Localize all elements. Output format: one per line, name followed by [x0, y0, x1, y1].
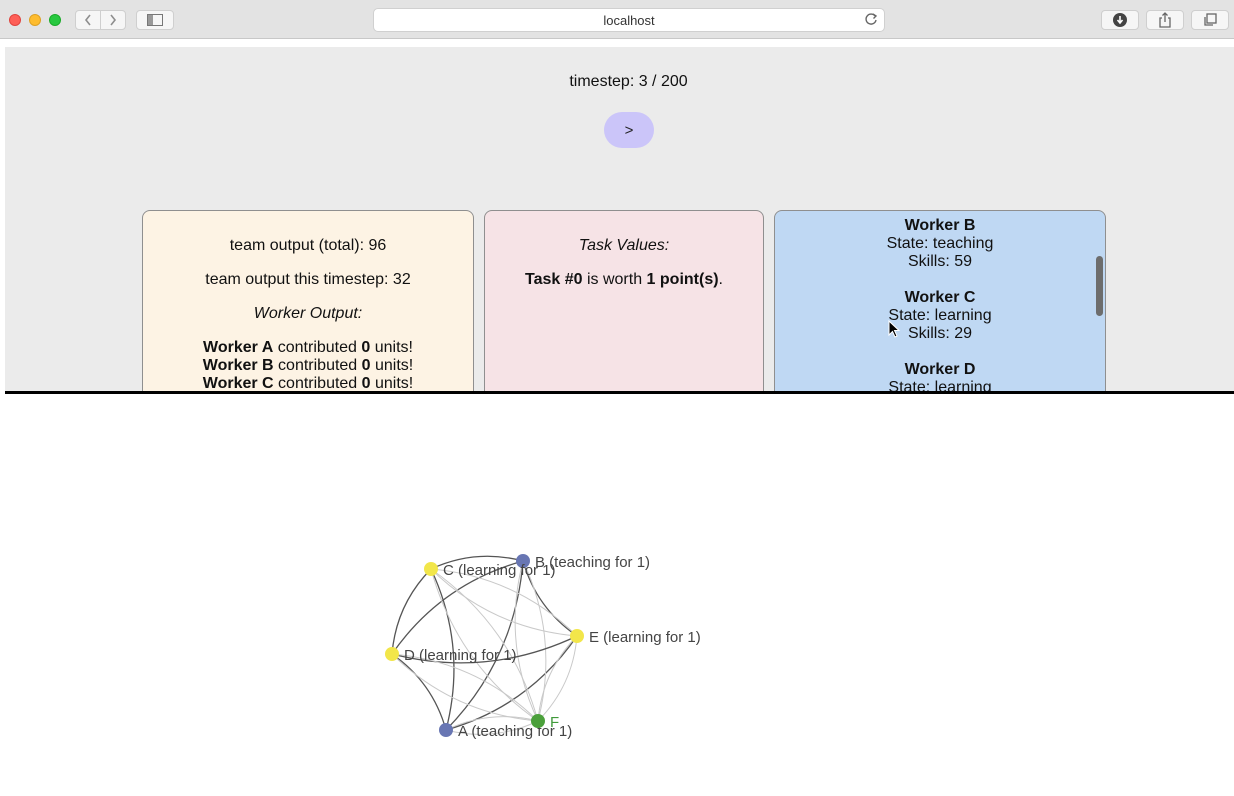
worker-name: Worker C — [202, 375, 274, 392]
graph-edge — [430, 568, 539, 722]
graph-node-label: E (learning for 1) — [589, 629, 701, 646]
worker-output-text: contributed — [273, 357, 362, 374]
task-value-item: Task #0 is worth 1 point(s). — [485, 271, 763, 289]
graph-node-label: F — [550, 714, 559, 731]
sidebar-icon — [147, 14, 163, 26]
url-text: localhost — [603, 13, 655, 28]
worker-name: Worker B — [202, 357, 274, 374]
worker-output-tail: units! — [370, 357, 414, 374]
share-button[interactable] — [1146, 10, 1184, 30]
graph-node-c[interactable] — [424, 562, 438, 576]
mouse-cursor-icon — [888, 320, 901, 338]
task-value-text: is worth — [582, 271, 647, 288]
task-values-heading: Task Values: — [578, 237, 670, 254]
worker-units: 0 — [361, 357, 371, 374]
worker-network-graph: A (teaching for 1)B (teaching for 1)C (l… — [385, 554, 701, 740]
timestep-label: timestep: 3 / 200 — [569, 73, 688, 90]
graph-nodes: A (teaching for 1)B (teaching for 1)C (l… — [385, 554, 701, 740]
graph-edges — [391, 555, 578, 735]
worker-units: 0 — [361, 375, 371, 392]
graph-node-d[interactable] — [385, 647, 399, 661]
browser-toolbar: localhost — [0, 0, 1234, 39]
section-divider — [5, 391, 1234, 394]
chevron-left-icon — [84, 14, 91, 26]
worker-name: Worker A — [203, 339, 274, 356]
graph-node-label: C (learning for 1) — [443, 562, 556, 579]
graph-edge — [391, 568, 432, 655]
worker-panel-scrollbar[interactable] — [1096, 256, 1103, 316]
worker-states-panel[interactable]: Worker B State: teaching Skills: 59 Work… — [774, 210, 1106, 393]
worker-output-item: Worker B contributed 0 units! — [143, 357, 473, 375]
worker-state-name: Worker B — [904, 217, 976, 234]
address-bar[interactable]: localhost — [373, 8, 885, 32]
worker-output-item: Worker A contributed 0 units! — [143, 339, 473, 357]
worker-state-name: Worker D — [904, 361, 976, 378]
team-output-panel: team output (total): 96 team output this… — [142, 210, 474, 393]
worker-output-list: Worker A contributed 0 units! Worker B c… — [143, 339, 473, 393]
team-output-total: team output (total): 96 — [229, 237, 387, 254]
tabs-button[interactable] — [1191, 10, 1229, 30]
downloads-button[interactable] — [1101, 10, 1139, 30]
share-icon — [1159, 12, 1171, 28]
minimize-window-button[interactable] — [29, 14, 41, 26]
task-name: Task #0 — [525, 271, 583, 288]
worker-state-card: Worker D State: learning — [775, 361, 1105, 393]
worker-output-heading: Worker Output: — [253, 305, 363, 322]
graph-node-e[interactable] — [570, 629, 584, 643]
tabs-icon — [1204, 13, 1217, 26]
next-step-button[interactable]: > — [604, 112, 654, 148]
task-values-panel: Task Values: Task #0 is worth 1 point(s)… — [484, 210, 764, 393]
graph-edge — [445, 560, 524, 731]
task-value-tail: . — [718, 271, 723, 288]
graph-node-a[interactable] — [439, 723, 453, 737]
worker-state-name: Worker C — [904, 289, 976, 306]
reload-icon[interactable] — [864, 12, 878, 29]
worker-units: 0 — [361, 339, 371, 356]
team-output-timestep: team output this timestep: 32 — [205, 271, 411, 288]
task-points: 1 point(s) — [646, 271, 719, 288]
worker-output-text: contributed — [273, 375, 362, 392]
graph-edge — [430, 568, 539, 722]
download-icon — [1113, 13, 1127, 27]
chevron-right-icon — [110, 14, 117, 26]
worker-output-text: contributed — [273, 339, 362, 356]
worker-state-card: Worker B State: teaching Skills: 59 — [775, 217, 1105, 271]
graph-edge — [514, 560, 539, 722]
worker-output-tail: units! — [370, 375, 414, 392]
forward-button[interactable] — [100, 10, 126, 30]
sidebar-button[interactable] — [136, 10, 174, 30]
worker-skills: Skills: 59 — [907, 253, 973, 270]
simulation-page: timestep: 3 / 200 > team output (total):… — [5, 47, 1234, 393]
worker-skills: Skills: 29 — [907, 325, 973, 342]
graph-edge — [391, 653, 447, 731]
graph-node-label: D (learning for 1) — [404, 647, 517, 664]
back-button[interactable] — [75, 10, 101, 30]
zoom-window-button[interactable] — [49, 14, 61, 26]
worker-state-card: Worker C State: learning Skills: 29 — [775, 289, 1105, 343]
worker-state: State: learning — [888, 307, 992, 324]
worker-output-tail: units! — [370, 339, 413, 356]
worker-state: State: teaching — [886, 235, 994, 252]
close-window-button[interactable] — [9, 14, 21, 26]
graph-node-f[interactable] — [531, 714, 545, 728]
